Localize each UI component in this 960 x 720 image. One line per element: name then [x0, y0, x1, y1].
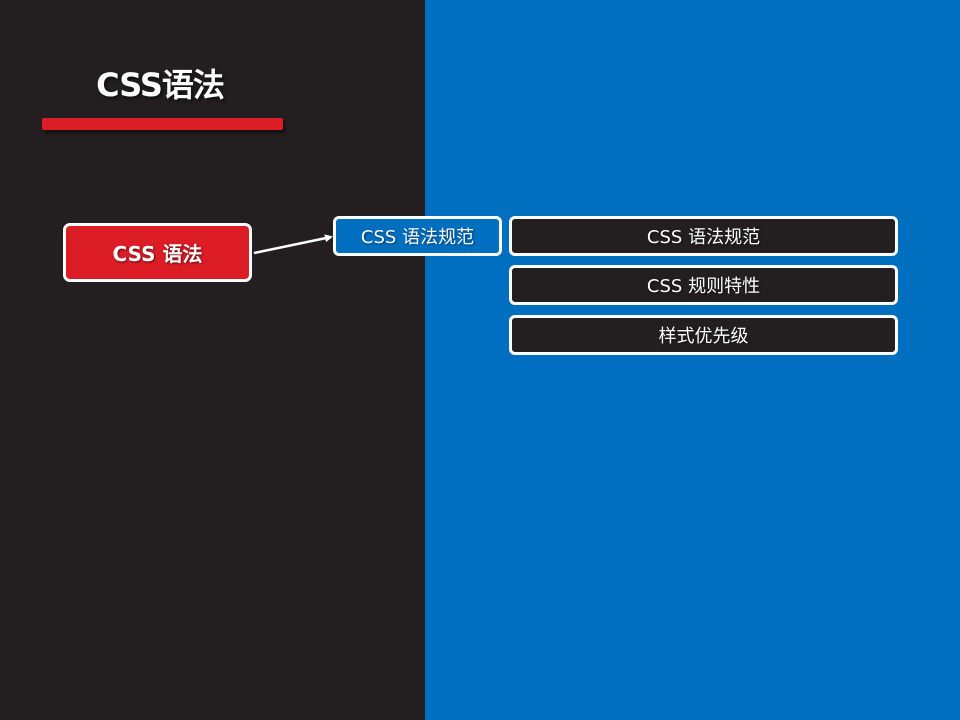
title-underline: [42, 118, 283, 130]
main-node-label: CSS 语法: [112, 242, 203, 266]
sub-node-label: CSS 语法规范: [360, 227, 475, 248]
sub-node[interactable]: CSS 语法规范: [333, 216, 502, 256]
topic-label: 样式优先级: [658, 326, 749, 347]
left-panel: [0, 0, 425, 720]
topic-box[interactable]: CSS 语法规范: [509, 216, 898, 256]
topic-label: CSS 语法规范: [646, 227, 761, 248]
topic-box[interactable]: CSS 规则特性: [509, 265, 898, 305]
right-panel: [425, 0, 960, 720]
slide-title: CSS语法: [96, 66, 225, 104]
topic-box[interactable]: 样式优先级: [509, 315, 898, 355]
topic-label: CSS 规则特性: [646, 276, 761, 297]
main-node[interactable]: CSS 语法: [63, 223, 252, 282]
